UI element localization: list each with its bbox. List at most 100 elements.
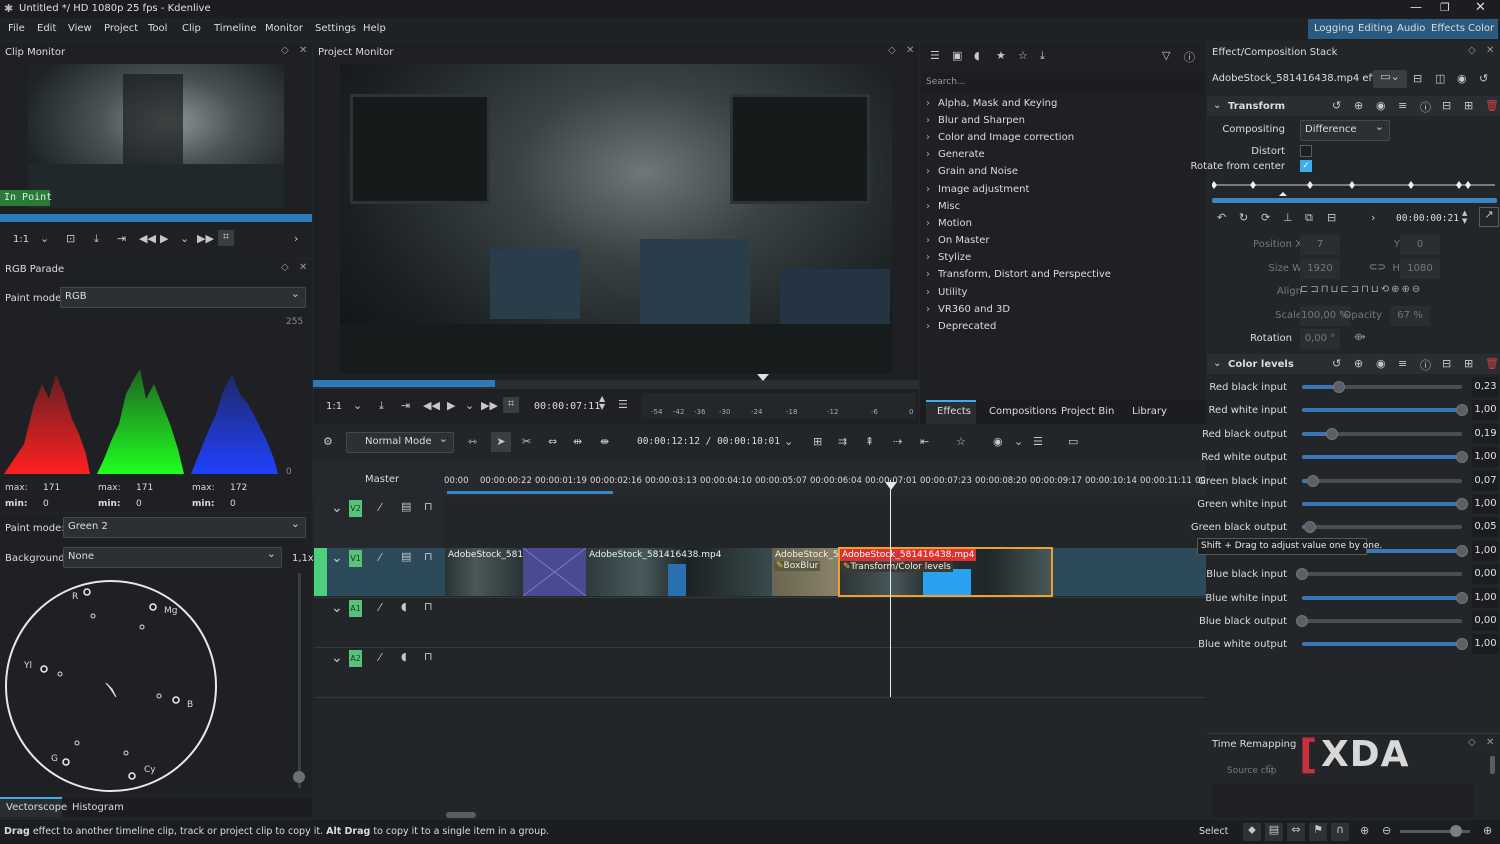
timeline-ruler[interactable]: 00:00 00:00:00:22 00:00:01:19 00:00:02:1… xyxy=(444,460,1206,497)
param-slider-handle[interactable] xyxy=(1332,381,1345,393)
effects-search-input[interactable]: Search... xyxy=(922,73,1204,93)
chevron-down-icon[interactable]: ⌄ xyxy=(1014,435,1023,448)
copy-icon[interactable]: ⧉ xyxy=(1305,211,1313,225)
workspace-effects[interactable]: Effects xyxy=(1431,23,1465,34)
rotation-field[interactable]: 0,00 ° xyxy=(1300,329,1340,349)
category-image[interactable]: Image adjustment xyxy=(926,184,1029,195)
close-icon[interactable]: ✕ xyxy=(299,45,307,56)
chevron-down-icon[interactable]: ⌄ xyxy=(40,232,49,245)
vs-paint-mode-select[interactable]: Green 2 xyxy=(63,515,306,538)
menu-monitor[interactable]: Monitor xyxy=(265,23,303,34)
zoom-slider-handle[interactable] xyxy=(1450,825,1462,837)
param-value[interactable]: 0,19 xyxy=(1472,423,1499,444)
zoom-fit-icon[interactable]: ⊕ xyxy=(1360,824,1369,837)
color-levels-chevron-icon[interactable]: ⌄ xyxy=(1213,358,1221,369)
reset-icon[interactable]: ↺ xyxy=(1479,72,1488,85)
visibility-icon[interactable]: ◉ xyxy=(1376,357,1386,370)
compare-icon[interactable]: ▭⌄ xyxy=(1373,70,1407,88)
param-value[interactable]: 1,00 xyxy=(1472,447,1499,468)
play-icon[interactable]: ▶ xyxy=(447,399,455,412)
param-value[interactable]: 1,00 xyxy=(1472,540,1499,561)
workspace-audio[interactable]: Audio xyxy=(1397,23,1425,34)
flag-icon[interactable]: ⚑ xyxy=(1309,823,1327,841)
set-out-icon[interactable]: ⇥ xyxy=(117,232,126,245)
edit-mode-select[interactable]: Normal Mode xyxy=(346,430,454,453)
param-slider[interactable] xyxy=(1302,525,1462,530)
category-utility[interactable]: Utility xyxy=(926,287,967,298)
effect-icon[interactable]: ⁄ xyxy=(379,551,381,564)
transition-clip[interactable] xyxy=(523,548,586,596)
clip-monitor-ruler[interactable] xyxy=(0,214,312,222)
track-tag-a1[interactable]: A1 xyxy=(349,600,362,617)
curve-icon[interactable]: ↗ xyxy=(1479,207,1499,227)
timeline-timecode[interactable]: 00:00:12:12 / 00:00:10:01 xyxy=(637,436,780,447)
next-keyframe-icon[interactable]: ⟳ xyxy=(1261,211,1270,224)
param-value[interactable]: 0,23 xyxy=(1472,377,1499,397)
compositing-select[interactable]: Difference xyxy=(1300,118,1390,141)
keyframe-timeline[interactable] xyxy=(1212,172,1497,205)
list-icon[interactable]: ☰ xyxy=(930,49,940,62)
category-motion[interactable]: Motion xyxy=(926,218,972,229)
gain-slider-track[interactable] xyxy=(298,573,301,788)
param-slider-handle[interactable] xyxy=(1304,521,1316,534)
selected-timeline-clip[interactable]: AdobeStock_581416438.mp4 ✎Transform/Colo… xyxy=(838,547,1053,597)
favorites-icon[interactable]: ☆ xyxy=(1018,49,1028,62)
mixer-icon[interactable]: ☰ xyxy=(1033,435,1043,448)
set-in-icon[interactable]: ⤓ xyxy=(94,232,99,246)
timecode-spinner[interactable]: ▲ ▼ xyxy=(1462,209,1467,225)
spacer-tool-icon[interactable]: ⇿ xyxy=(468,435,477,448)
film-icon[interactable]: ▤ xyxy=(401,550,411,563)
timeline-scrollbar[interactable] xyxy=(446,812,476,818)
split-compare-icon[interactable]: ◫ xyxy=(1435,72,1445,85)
category-transform[interactable]: Transform, Distort and Perspective xyxy=(926,269,1111,280)
workspace-editing[interactable]: Editing xyxy=(1358,23,1393,34)
record-icon[interactable]: ◉ xyxy=(993,435,1003,448)
snap-icon[interactable]: ⇔ xyxy=(1287,823,1305,841)
keyframe-icon[interactable]: ≡ xyxy=(1398,357,1407,370)
track-tag-v2[interactable]: V2 xyxy=(349,500,362,517)
menu-tool[interactable]: Tool xyxy=(148,23,167,34)
category-color[interactable]: Color and Image correction xyxy=(926,132,1074,143)
category-alpha[interactable]: Alpha, Mask and Keying xyxy=(926,98,1057,109)
paint-mode-select[interactable]: RGB xyxy=(60,285,306,308)
forward-icon[interactable]: ▶▶ xyxy=(197,232,214,245)
film-icon[interactable]: ▤ xyxy=(401,500,411,513)
play-icon[interactable]: ▶ xyxy=(160,232,168,245)
float-icon[interactable]: ◇ xyxy=(1468,45,1476,56)
set-in-icon[interactable]: ⤓ xyxy=(379,399,384,413)
param-slider-handle[interactable] xyxy=(1456,638,1468,651)
speaker-icon[interactable]: ◖ xyxy=(401,600,407,613)
float-icon[interactable]: ◇ xyxy=(888,45,896,56)
param-slider-handle[interactable] xyxy=(1456,498,1468,510)
align-icons[interactable]: ⊏⊐⊓⊔⊏⊐⊓⊔⟲⊕⊕⊖ xyxy=(1300,284,1422,295)
param-slider-handle[interactable] xyxy=(1456,591,1468,604)
category-on-master[interactable]: On Master xyxy=(926,235,990,246)
timeline-clip[interactable]: AdobeStock_581416438.mp4 xyxy=(586,548,771,596)
save-icon[interactable]: ⊟ xyxy=(1442,99,1451,112)
menu-view[interactable]: View xyxy=(68,23,92,34)
float-icon[interactable]: ◇ xyxy=(1468,737,1476,748)
menu-file[interactable]: File xyxy=(8,23,25,34)
timeline-clip[interactable]: AdobeStock_58 ✎BoxBlur xyxy=(772,548,838,596)
menu-icon[interactable]: ☰ xyxy=(618,398,628,411)
project-timecode[interactable]: 00:00:07:11 xyxy=(534,401,600,412)
prev-keyframe-icon[interactable]: ↶ xyxy=(1217,211,1226,224)
tab-effects[interactable]: Effects xyxy=(937,406,971,417)
extract-icon[interactable]: ⇢ xyxy=(893,435,902,448)
menu-edit[interactable]: Edit xyxy=(37,23,56,34)
zoom-out-icon[interactable]: ⊖ xyxy=(1382,824,1391,837)
tab-library[interactable]: Library xyxy=(1132,406,1167,417)
opacity-field[interactable]: 67 % xyxy=(1390,306,1430,326)
param-value[interactable]: 0,05 xyxy=(1472,517,1499,538)
keyframe-timecode[interactable]: 00:00:00:21 xyxy=(1396,213,1459,224)
category-grain[interactable]: Grain and Noise xyxy=(926,166,1018,177)
keyframe-icon[interactable]: ≡ xyxy=(1398,99,1407,112)
zoom-icon[interactable]: ⊕ xyxy=(1354,357,1363,370)
chevron-down-icon[interactable]: ⌄ xyxy=(353,399,362,412)
chevron-down-icon[interactable]: ⌄ xyxy=(465,399,474,412)
delete-icon[interactable]: 🗑 xyxy=(1485,99,1499,112)
param-value[interactable]: 1,00 xyxy=(1472,587,1499,608)
param-value[interactable]: 0,00 xyxy=(1472,564,1499,585)
timeline-clip[interactable]: AdobeStock_5814 xyxy=(445,548,523,596)
lock-icon[interactable]: ⊓ xyxy=(424,650,433,663)
